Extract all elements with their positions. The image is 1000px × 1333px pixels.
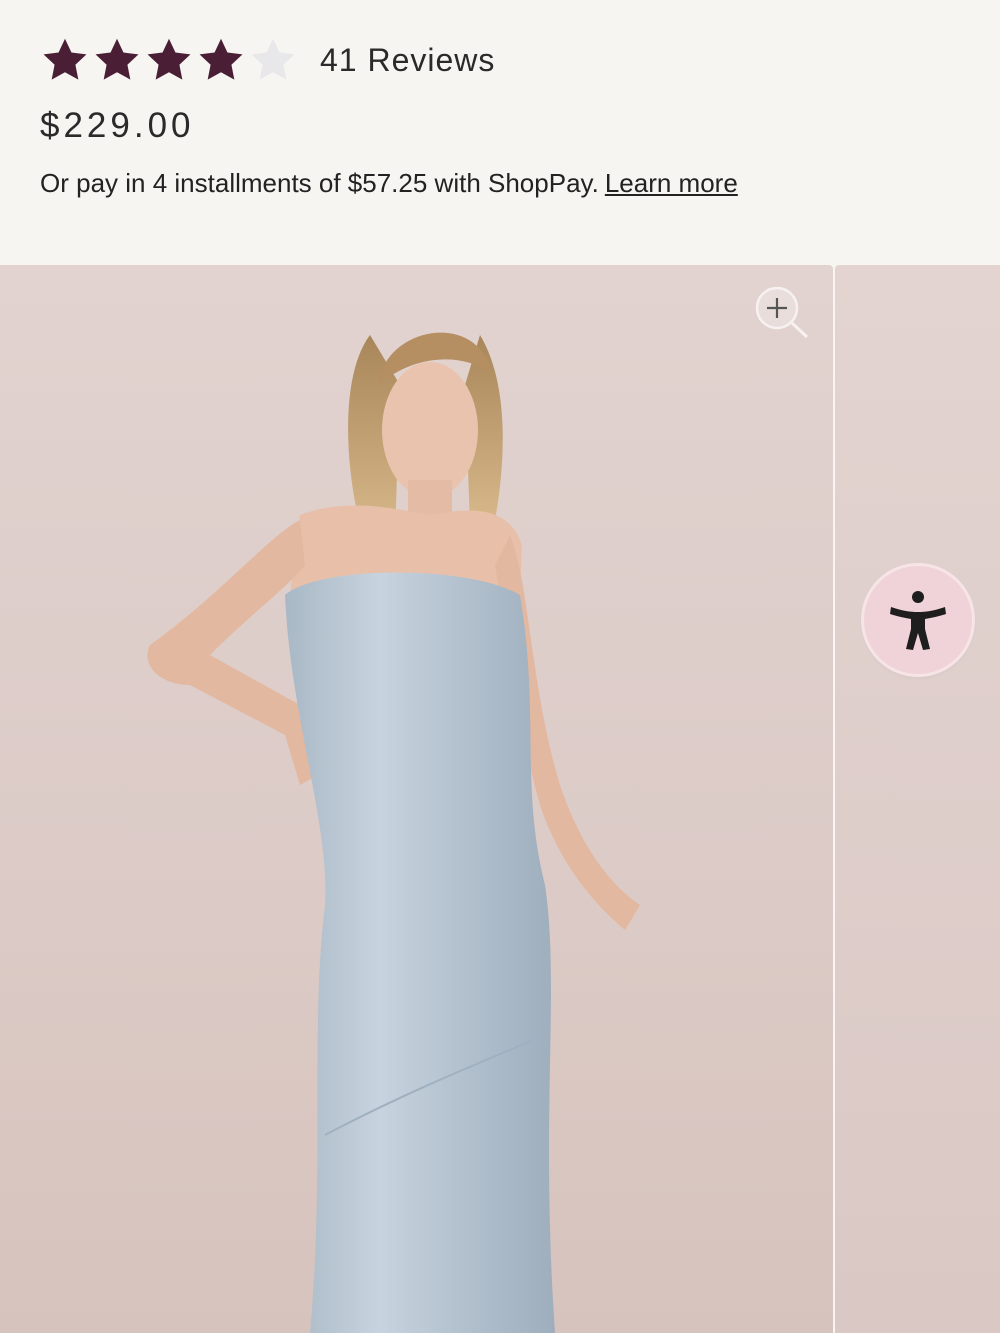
product-price: $229.00: [40, 106, 195, 145]
product-gallery[interactable]: [0, 265, 1000, 1333]
accessibility-button[interactable]: [864, 566, 972, 674]
zoom-button[interactable]: [752, 285, 812, 345]
star-empty-icon: [251, 38, 295, 80]
star-filled-icon: [199, 38, 243, 80]
accessibility-icon: [890, 591, 946, 650]
star-filled-icon: [43, 38, 87, 80]
gallery-slide-next[interactable]: [835, 265, 1000, 1333]
product-photo: [147, 332, 640, 1333]
zoom-in-icon: [755, 286, 809, 339]
learn-more-link[interactable]: Learn more: [605, 168, 738, 198]
star-filled-icon: [147, 38, 191, 80]
gallery-slide-main[interactable]: [0, 265, 833, 1333]
star-filled-icon: [95, 38, 139, 80]
rating-row: 41 Reviews: [40, 34, 495, 86]
reviews-link[interactable]: 41 Reviews: [320, 42, 495, 79]
installments-info: Or pay in 4 installments of $57.25 with …: [40, 168, 738, 199]
installments-text: Or pay in 4 installments of $57.25 with …: [40, 168, 599, 198]
star-rating[interactable]: [40, 35, 298, 85]
